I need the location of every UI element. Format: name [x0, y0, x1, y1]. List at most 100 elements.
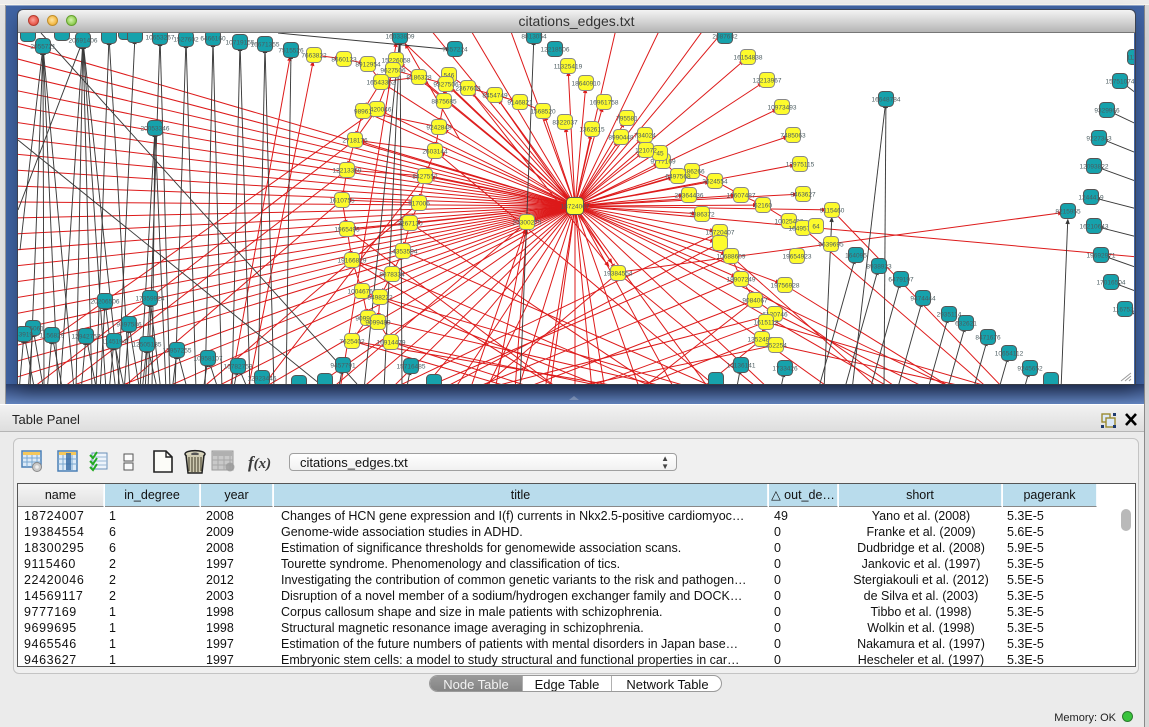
svg-text:734024: 734024 [634, 133, 656, 140]
svg-text:8912954: 8912954 [355, 62, 381, 69]
svg-text:2367608: 2367608 [455, 86, 481, 93]
svg-text:16914479: 16914479 [377, 340, 406, 347]
svg-text:2718176: 2718176 [342, 138, 368, 145]
svg-text:8322037: 8322037 [552, 120, 578, 127]
svg-text:7485063: 7485063 [780, 133, 806, 140]
svg-text:18907249: 18907249 [727, 277, 756, 284]
svg-text:20364436: 20364436 [675, 193, 704, 200]
svg-text:1965495: 1965495 [334, 227, 360, 234]
svg-text:45: 45 [656, 151, 664, 158]
svg-text:19384554: 19384554 [604, 271, 633, 278]
svg-text:7357224: 7357224 [442, 47, 468, 54]
svg-text:10653267: 10653267 [146, 35, 175, 42]
svg-text:9084067: 9084067 [742, 298, 768, 305]
svg-text:7515526: 7515526 [278, 48, 304, 55]
svg-text:16210643: 16210643 [1080, 224, 1109, 231]
svg-text:9245652: 9245652 [1017, 366, 1043, 373]
svg-text:16782759: 16782759 [224, 364, 253, 371]
svg-text:16961758: 16961758 [590, 100, 619, 107]
svg-text:2087682: 2087682 [712, 34, 738, 41]
svg-text:8938923: 8938923 [866, 264, 892, 271]
svg-text:19756928: 19756928 [771, 283, 800, 290]
svg-text:1244419: 1244419 [1078, 195, 1104, 202]
svg-text:20206506: 20206506 [91, 299, 120, 306]
svg-text:9397586: 9397586 [116, 322, 142, 329]
svg-text:1615112: 1615112 [754, 320, 779, 327]
svg-text:9146821: 9146821 [507, 100, 533, 107]
svg-text:917006: 917006 [408, 201, 430, 208]
svg-text:9639695: 9639695 [818, 242, 844, 249]
svg-text:12942757: 12942757 [72, 334, 101, 341]
svg-text:121072: 121072 [635, 148, 657, 155]
svg-text:11174: 11174 [1126, 55, 1134, 62]
svg-text:10607487: 10607487 [727, 193, 756, 200]
svg-text:10973493: 10973493 [768, 105, 797, 112]
svg-text:19692971: 19692971 [1087, 253, 1116, 260]
svg-text:25300275: 25300275 [513, 220, 542, 227]
svg-text:16671355: 16671355 [251, 42, 280, 49]
svg-text:795581: 795581 [616, 116, 638, 123]
svg-text:2935114: 2935114 [937, 312, 962, 319]
svg-text:16154838: 16154838 [734, 55, 763, 62]
svg-text:9115460: 9115460 [820, 208, 845, 215]
svg-text:8186328: 8186328 [406, 75, 432, 82]
svg-text:1610755: 1610755 [329, 198, 355, 205]
svg-text:3267130: 3267130 [397, 221, 423, 228]
svg-text:8454749: 8454749 [482, 93, 508, 100]
svg-text:8990448: 8990448 [608, 135, 634, 142]
svg-text:7663822: 7663822 [301, 53, 327, 60]
svg-text:8215955: 8215955 [1055, 209, 1081, 216]
svg-text:43919: 43919 [18, 332, 33, 339]
svg-text:14353594: 14353594 [389, 249, 418, 256]
svg-text:164095: 164095 [845, 253, 867, 260]
svg-text:17359924: 17359924 [136, 296, 165, 303]
svg-text:62160: 62160 [754, 203, 772, 210]
svg-text:12213967: 12213967 [753, 78, 782, 85]
svg-text:12218506: 12218506 [541, 47, 570, 54]
svg-text:10688609: 10688609 [717, 254, 746, 261]
svg-text:64: 64 [812, 224, 820, 231]
svg-text:9627506: 9627506 [380, 68, 406, 75]
svg-text:9463627: 9463627 [790, 192, 816, 199]
svg-text:19654923: 19654923 [783, 254, 812, 261]
svg-text:18640910: 18640910 [572, 81, 601, 88]
svg-text:1568520: 1568520 [530, 109, 556, 116]
svg-text:5498222: 5498222 [367, 295, 393, 302]
svg-text:16543362: 16543362 [367, 80, 396, 87]
svg-text:8875685: 8875685 [431, 99, 457, 106]
svg-text:16033809: 16033809 [386, 34, 415, 41]
svg-text:8471676: 8471676 [975, 335, 1001, 342]
svg-text:1167531: 1167531 [1113, 307, 1134, 314]
svg-text:17957255: 17957255 [163, 348, 192, 355]
svg-text:9099489: 9099489 [365, 320, 391, 327]
svg-text:18724007: 18724007 [561, 204, 590, 211]
svg-text:1733426: 1733426 [772, 366, 798, 373]
svg-text:1527602: 1527602 [173, 37, 199, 44]
svg-text:2603144: 2603144 [422, 149, 448, 156]
svg-text:14136141: 14136141 [727, 363, 756, 370]
svg-text:12213369: 12213369 [333, 168, 362, 175]
svg-text:20691406: 20691406 [69, 38, 98, 45]
svg-text:15716485: 15716485 [397, 364, 426, 371]
svg-text:10958107: 10958107 [194, 356, 223, 363]
svg-text:7386372: 7386372 [689, 212, 715, 219]
svg-text:1145194: 1145194 [102, 339, 127, 346]
svg-text:9329966: 9329966 [1094, 108, 1120, 115]
svg-text:1156829: 1156829 [40, 333, 65, 340]
svg-text:6497568: 6497568 [665, 174, 691, 181]
svg-text:3624554: 3624554 [702, 179, 728, 186]
svg-text:8660123: 8660123 [331, 57, 357, 64]
svg-text:19166829: 19166829 [338, 258, 367, 265]
svg-text:9242848: 9242848 [426, 125, 452, 132]
svg-text:12923446: 12923446 [248, 376, 277, 383]
svg-text:12505135: 12505135 [133, 342, 162, 349]
svg-text:252254: 252254 [765, 343, 787, 350]
svg-text:8813054: 8813054 [521, 34, 547, 41]
svg-text:6466160: 6466160 [200, 36, 226, 43]
svg-text:17016504: 17016504 [1097, 280, 1126, 287]
svg-text:1362615: 1362615 [579, 127, 605, 134]
svg-text:8878334: 8878334 [379, 272, 405, 279]
svg-text:632621: 632621 [955, 321, 977, 328]
svg-text:20053346: 20053346 [141, 126, 170, 133]
svg-text:7625402: 7625402 [339, 339, 365, 346]
